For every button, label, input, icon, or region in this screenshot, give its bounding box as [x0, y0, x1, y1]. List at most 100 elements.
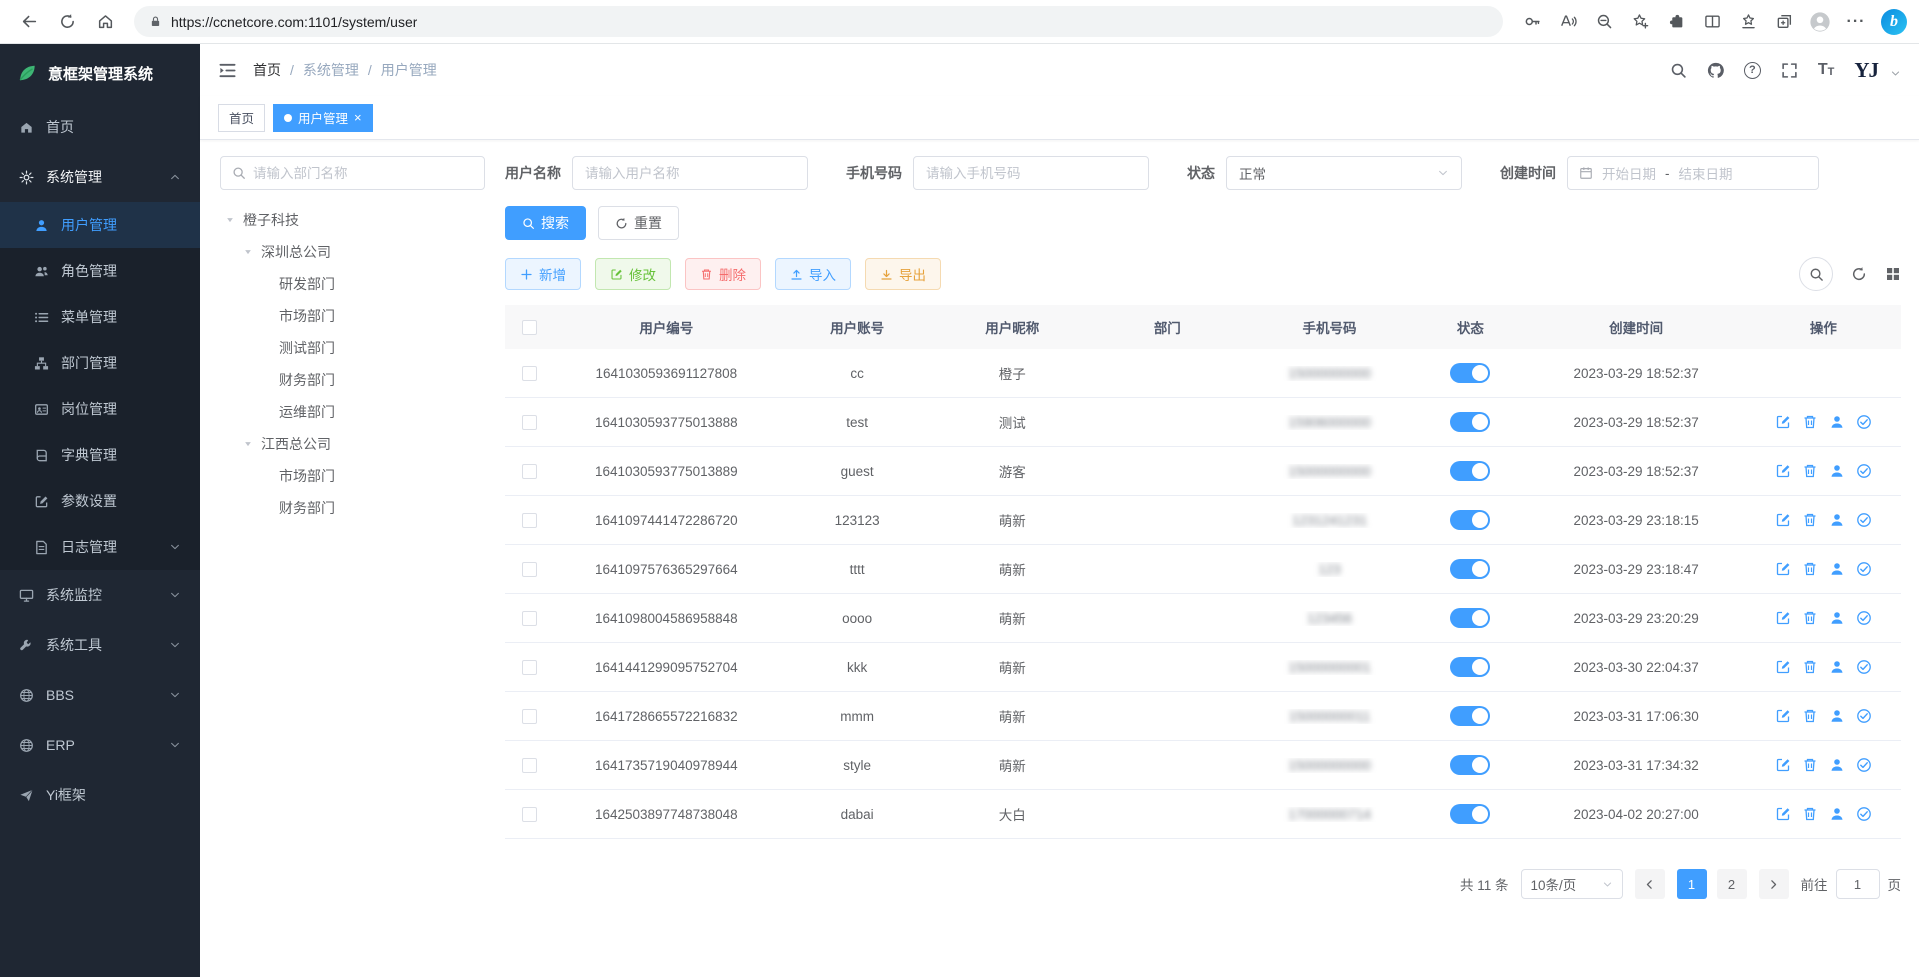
status-toggle[interactable] — [1450, 755, 1490, 775]
column-settings-icon[interactable] — [1885, 266, 1901, 282]
next-page-button[interactable] — [1759, 869, 1789, 899]
edit-user-icon[interactable] — [1775, 659, 1791, 675]
phone-input[interactable] — [913, 156, 1149, 190]
status-toggle[interactable] — [1450, 657, 1490, 677]
user-menu-caret-icon[interactable] — [1890, 68, 1901, 83]
status-toggle[interactable] — [1450, 559, 1490, 579]
assign-role-icon[interactable] — [1856, 512, 1872, 528]
edit-user-icon[interactable] — [1775, 610, 1791, 626]
reset-password-icon[interactable] — [1829, 757, 1845, 773]
sidebar-item-system-mgmt[interactable]: 系统管理 — [0, 152, 200, 202]
header-search-icon[interactable] — [1670, 62, 1687, 79]
assign-role-icon[interactable] — [1856, 463, 1872, 479]
row-checkbox[interactable] — [522, 709, 537, 724]
password-key-icon[interactable] — [1515, 6, 1549, 38]
search-button[interactable]: 搜索 — [505, 206, 586, 240]
tree-node[interactable]: 测试部门 — [220, 332, 485, 364]
tree-node[interactable]: 深圳总公司 — [220, 236, 485, 268]
reset-password-icon[interactable] — [1829, 463, 1845, 479]
collections-icon[interactable] — [1767, 6, 1801, 38]
status-toggle[interactable] — [1450, 804, 1490, 824]
row-checkbox[interactable] — [522, 758, 537, 773]
browser-menu-icon[interactable]: ··· — [1839, 6, 1873, 38]
assign-role-icon[interactable] — [1856, 708, 1872, 724]
sidebar-item-system-tools[interactable]: 系统工具 — [0, 620, 200, 670]
sidebar-item-log-mgmt[interactable]: 日志管理 — [0, 524, 200, 570]
import-button[interactable]: 导入 — [775, 258, 851, 290]
tree-node[interactable]: 市场部门 — [220, 300, 485, 332]
modify-button[interactable]: 修改 — [595, 258, 671, 290]
assign-role-icon[interactable] — [1856, 561, 1872, 577]
page-button-1[interactable]: 1 — [1677, 869, 1707, 899]
breadcrumb-item[interactable]: 首页 — [253, 60, 281, 80]
delete-user-icon[interactable] — [1802, 610, 1818, 626]
row-checkbox[interactable] — [522, 415, 537, 430]
prev-page-button[interactable] — [1635, 869, 1665, 899]
delete-user-icon[interactable] — [1802, 659, 1818, 675]
extensions-icon[interactable] — [1659, 6, 1693, 38]
edit-user-icon[interactable] — [1775, 708, 1791, 724]
delete-user-icon[interactable] — [1802, 561, 1818, 577]
collapse-sidebar-icon[interactable] — [218, 61, 237, 80]
sidebar-item-menu-mgmt[interactable]: 菜单管理 — [0, 294, 200, 340]
edit-user-icon[interactable] — [1775, 806, 1791, 822]
favorites-bar-icon[interactable] — [1731, 6, 1765, 38]
reset-password-icon[interactable] — [1829, 610, 1845, 626]
user-logo[interactable]: YJ — [1854, 58, 1878, 83]
goto-page-input[interactable] — [1836, 869, 1880, 899]
breadcrumb-item[interactable]: 系统管理 — [303, 60, 359, 80]
edit-user-icon[interactable] — [1775, 561, 1791, 577]
sidebar-item-home[interactable]: 首页 — [0, 102, 200, 152]
status-toggle[interactable] — [1450, 461, 1490, 481]
delete-button[interactable]: 删除 — [685, 258, 761, 290]
font-size-icon[interactable]: TT — [1818, 62, 1835, 78]
reset-password-icon[interactable] — [1829, 708, 1845, 724]
browser-home-icon[interactable] — [88, 6, 122, 38]
delete-user-icon[interactable] — [1802, 463, 1818, 479]
delete-user-icon[interactable] — [1802, 708, 1818, 724]
address-bar[interactable]: https://ccnetcore.com:1101/system/user — [134, 6, 1503, 37]
reset-password-icon[interactable] — [1829, 414, 1845, 430]
row-checkbox[interactable] — [522, 513, 537, 528]
row-checkbox[interactable] — [522, 464, 537, 479]
breadcrumb-item[interactable]: 用户管理 — [381, 60, 437, 80]
delete-user-icon[interactable] — [1802, 806, 1818, 822]
assign-role-icon[interactable] — [1856, 806, 1872, 822]
sidebar-item-dept-mgmt[interactable]: 部门管理 — [0, 340, 200, 386]
add-button[interactable]: 新增 — [505, 258, 581, 290]
export-button[interactable]: 导出 — [865, 258, 941, 290]
tree-node[interactable]: 财务部门 — [220, 364, 485, 396]
reset-password-icon[interactable] — [1829, 561, 1845, 577]
sidebar-item-yi-framework[interactable]: Yi框架 — [0, 770, 200, 820]
caret-down-icon[interactable] — [242, 246, 256, 258]
reset-password-icon[interactable] — [1829, 512, 1845, 528]
assign-role-icon[interactable] — [1856, 757, 1872, 773]
tree-node[interactable]: 财务部门 — [220, 492, 485, 524]
status-toggle[interactable] — [1450, 608, 1490, 628]
bing-copilot-icon[interactable]: b — [1881, 9, 1907, 35]
edit-user-icon[interactable] — [1775, 463, 1791, 479]
edit-user-icon[interactable] — [1775, 414, 1791, 430]
zoom-icon[interactable] — [1587, 6, 1621, 38]
assign-role-icon[interactable] — [1856, 659, 1872, 675]
tab-close-icon[interactable]: × — [354, 111, 362, 124]
toggle-search-icon[interactable] — [1799, 257, 1833, 291]
reset-button[interactable]: 重置 — [598, 206, 679, 240]
delete-user-icon[interactable] — [1802, 757, 1818, 773]
tree-node[interactable]: 江西总公司 — [220, 428, 485, 460]
profile-avatar[interactable] — [1803, 6, 1837, 38]
favorites-add-icon[interactable] — [1623, 6, 1657, 38]
row-checkbox[interactable] — [522, 562, 537, 577]
reset-password-icon[interactable] — [1829, 806, 1845, 822]
row-checkbox[interactable] — [522, 807, 537, 822]
sidebar-item-dict-mgmt[interactable]: 字典管理 — [0, 432, 200, 478]
tree-node[interactable]: 运维部门 — [220, 396, 485, 428]
refresh-table-icon[interactable] — [1851, 266, 1867, 282]
date-range-picker[interactable]: 开始日期 - 结束日期 — [1567, 156, 1819, 190]
row-checkbox[interactable] — [522, 366, 537, 381]
reset-password-icon[interactable] — [1829, 659, 1845, 675]
github-icon[interactable] — [1707, 62, 1724, 79]
status-toggle[interactable] — [1450, 363, 1490, 383]
dept-search-input[interactable] — [253, 166, 473, 181]
help-icon[interactable]: ? — [1744, 62, 1761, 79]
